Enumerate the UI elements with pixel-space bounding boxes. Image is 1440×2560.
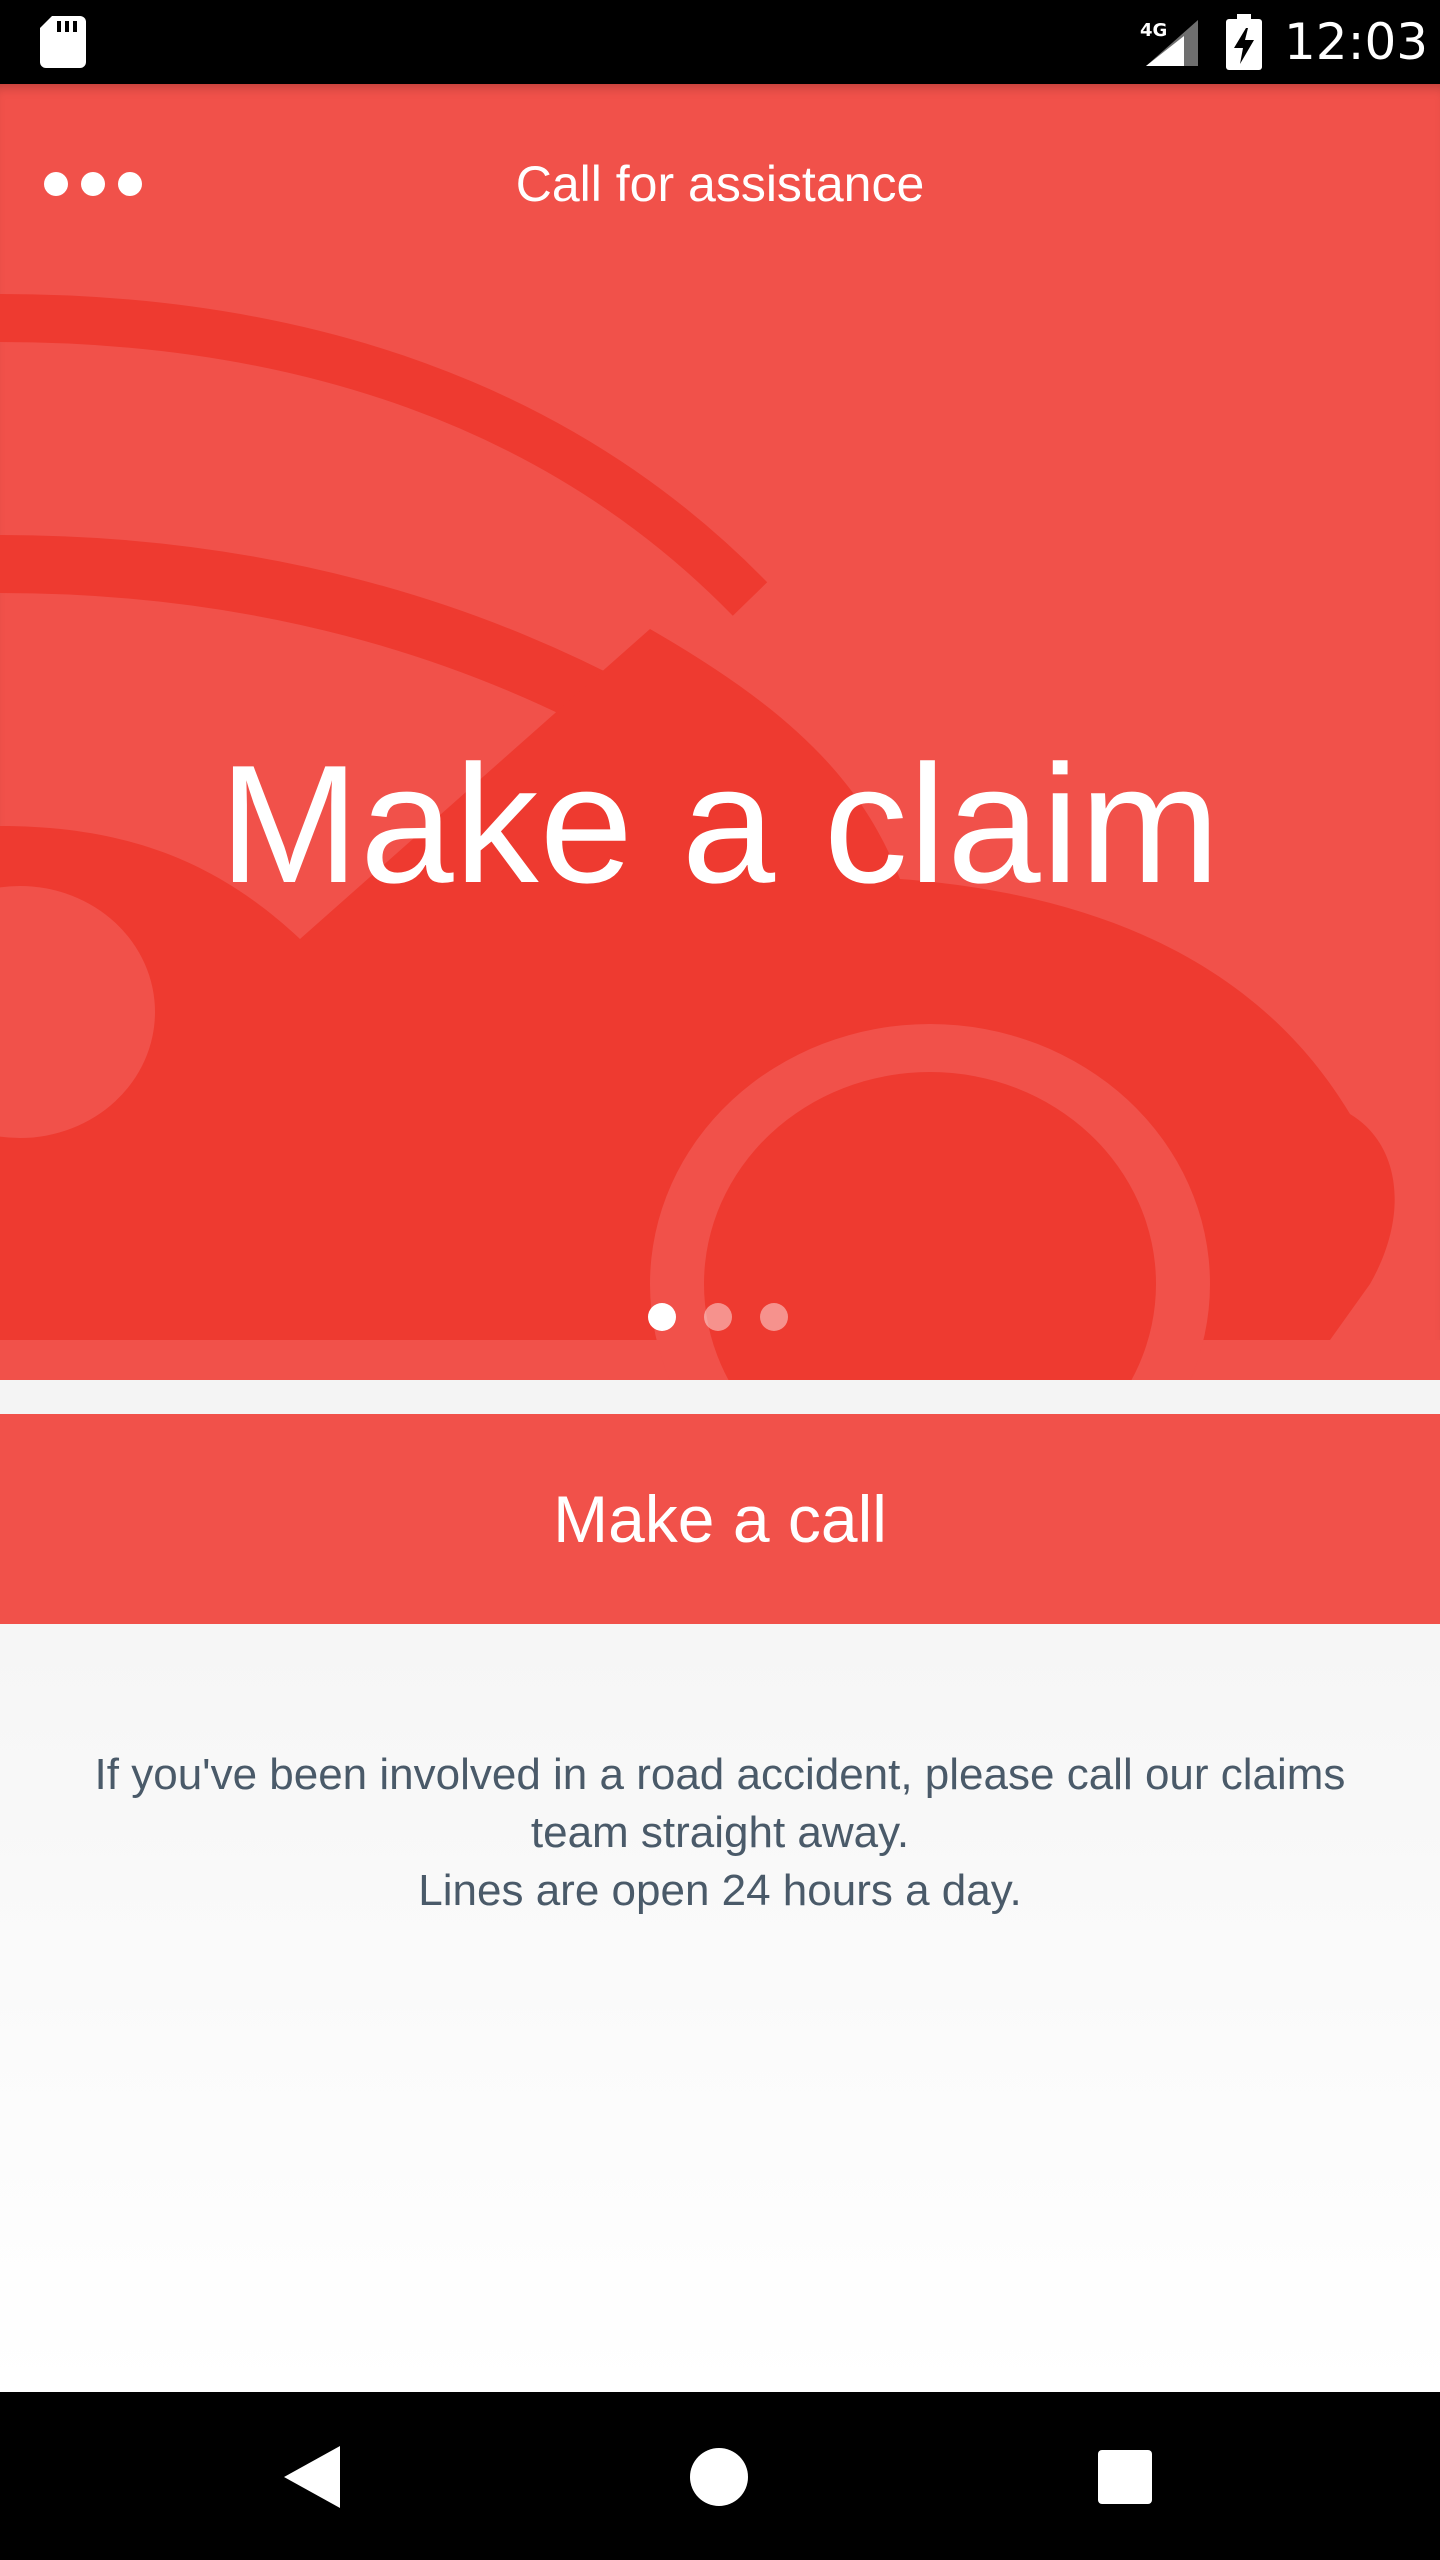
page-indicator-dot[interactable] xyxy=(760,1303,788,1331)
signal-icon: 4G xyxy=(1140,20,1198,66)
hero-title: Make a claim xyxy=(219,730,1221,918)
divider xyxy=(0,1380,1440,1414)
info-line: team straight away. xyxy=(530,1808,910,1857)
page-indicator xyxy=(648,1303,788,1331)
page-indicator-dot-active[interactable] xyxy=(648,1303,676,1331)
info-line: Lines are open 24 hours a day. xyxy=(418,1866,1022,1915)
back-icon[interactable] xyxy=(284,2446,340,2508)
header-title: Call for assistance xyxy=(515,156,925,212)
sd-card-icon xyxy=(40,16,86,68)
make-call-button[interactable]: Make a call xyxy=(0,1414,1440,1624)
recents-icon[interactable] xyxy=(1098,2450,1152,2504)
info-text: If you've been involved in a road accide… xyxy=(30,1746,1410,1920)
hero-banner[interactable]: Call for assistance Make a claim xyxy=(0,84,1440,1380)
info-line: If you've been involved in a road accide… xyxy=(94,1750,1346,1799)
network-type-label: 4G xyxy=(1140,20,1167,41)
status-bar: 4G 12:03 xyxy=(0,0,1440,84)
info-section: If you've been involved in a road accide… xyxy=(0,1624,1440,2392)
page-indicator-dot[interactable] xyxy=(704,1303,732,1331)
status-time: 12:03 xyxy=(1284,13,1429,71)
screen: 4G 12:03 Call for assistance Make a clai… xyxy=(0,0,1440,2560)
home-icon[interactable] xyxy=(690,2448,748,2506)
battery-charging-icon xyxy=(1226,14,1262,70)
navigation-bar xyxy=(0,2392,1440,2560)
